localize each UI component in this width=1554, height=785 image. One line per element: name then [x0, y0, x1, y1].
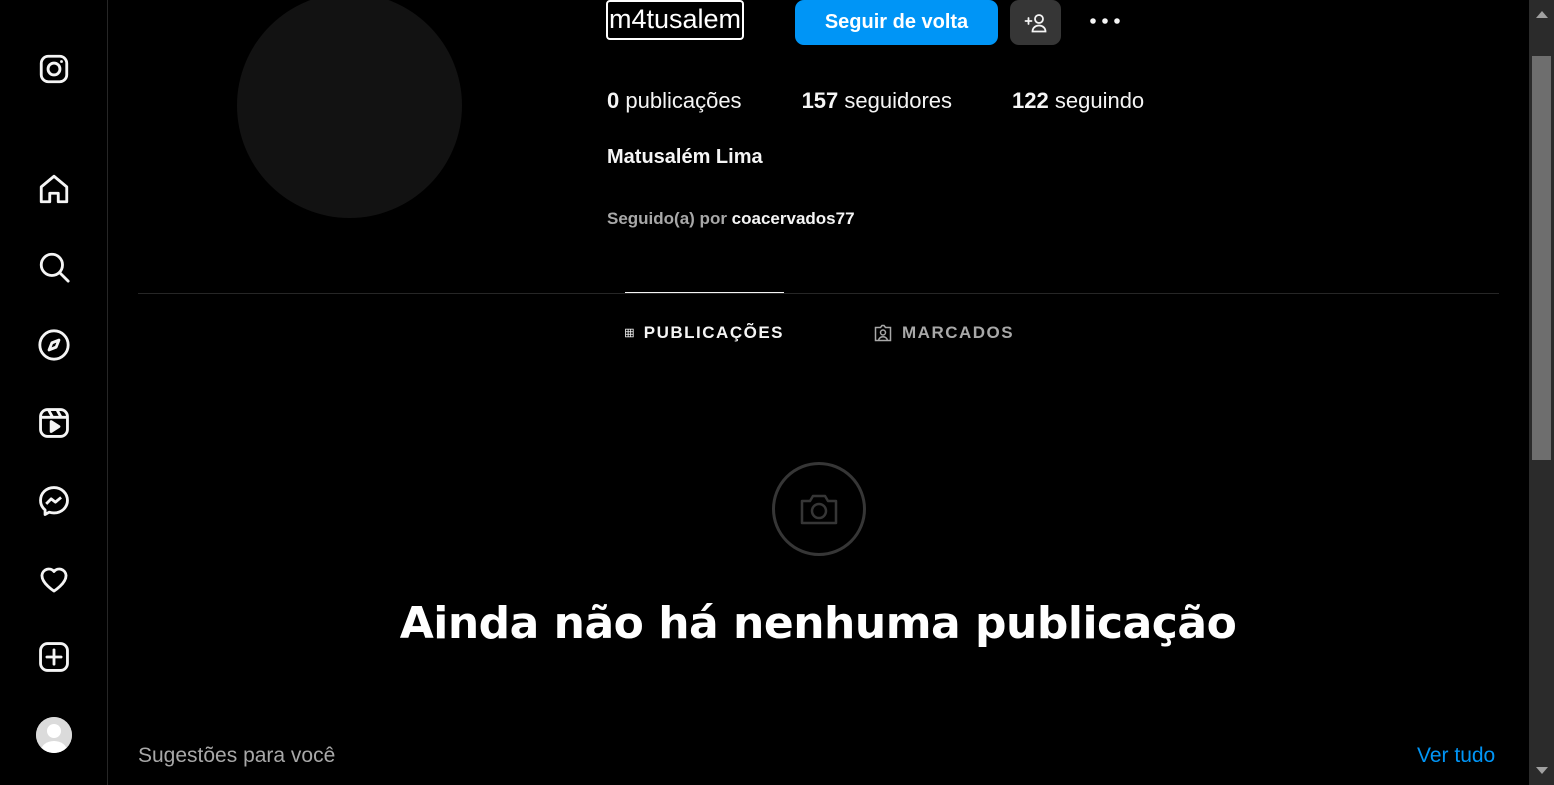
notifications-heart-icon[interactable] [35, 560, 73, 598]
followed-by-prefix: Seguido(a) por [607, 209, 732, 228]
tab-posts-label: PUBLICAÇÕES [643, 323, 784, 342]
tab-tagged-label: MARCADOS [902, 323, 1015, 342]
tab-tagged[interactable]: MARCADOS [874, 293, 1014, 373]
reels-icon[interactable] [35, 404, 73, 442]
suggest-users-button[interactable] [1010, 0, 1061, 45]
more-options-button[interactable] [1083, 4, 1127, 38]
following-count: 122 [1012, 88, 1049, 113]
scroll-thumb[interactable] [1532, 56, 1551, 460]
more-dots-icon [1090, 18, 1120, 24]
followed-by-user: coacervados77 [731, 209, 855, 228]
tab-posts[interactable]: PUBLICAÇÕES [625, 292, 784, 373]
home-icon[interactable] [35, 170, 73, 208]
followed-by[interactable]: Seguido(a) por coacervados77 [607, 209, 855, 229]
posts-stat: 0 publicações [607, 88, 742, 114]
profile-main: m4tusalem Seguir de volta 0 publicações … [109, 0, 1529, 785]
follow-back-button[interactable]: Seguir de volta [795, 0, 998, 45]
scroll-down-arrow[interactable] [1536, 767, 1548, 774]
scroll-up-arrow[interactable] [1536, 11, 1548, 18]
default-avatar-icon [36, 717, 72, 753]
search-icon[interactable] [35, 248, 73, 286]
profile-picture[interactable] [237, 0, 462, 218]
sidebar [0, 0, 108, 785]
camera-icon [800, 494, 838, 525]
followers-count: 157 [801, 88, 839, 113]
explore-icon[interactable] [35, 326, 73, 364]
empty-state-camera [772, 462, 866, 556]
instagram-logo-icon[interactable] [35, 50, 73, 88]
profile-stats: 0 publicações 157 seguidores 122 seguind… [607, 88, 1204, 114]
create-icon[interactable] [35, 638, 73, 676]
add-user-icon [1024, 13, 1046, 32]
following-label: seguindo [1048, 88, 1145, 113]
messenger-icon[interactable] [35, 482, 73, 520]
followers-stat[interactable]: 157 seguidores [802, 88, 952, 114]
posts-label: publicações [619, 88, 742, 113]
profile-avatar[interactable] [36, 717, 72, 753]
suggestions-title: Sugestões para você [138, 744, 336, 767]
tabs-divider [138, 293, 1499, 294]
grid-icon [625, 328, 634, 338]
scrollbar[interactable] [1529, 0, 1554, 785]
see-all-link[interactable]: Ver tudo [1417, 744, 1495, 768]
profile-username[interactable]: m4tusalem [606, 0, 745, 40]
tagged-user-icon [874, 324, 892, 342]
posts-count: 0 [607, 88, 620, 113]
profile-full-name: Matusalém Lima [607, 146, 763, 168]
following-stat[interactable]: 122 seguindo [1012, 88, 1144, 114]
followers-label: seguidores [838, 88, 953, 113]
empty-state-title: Ainda não há nenhuma publicação [399, 598, 1237, 649]
